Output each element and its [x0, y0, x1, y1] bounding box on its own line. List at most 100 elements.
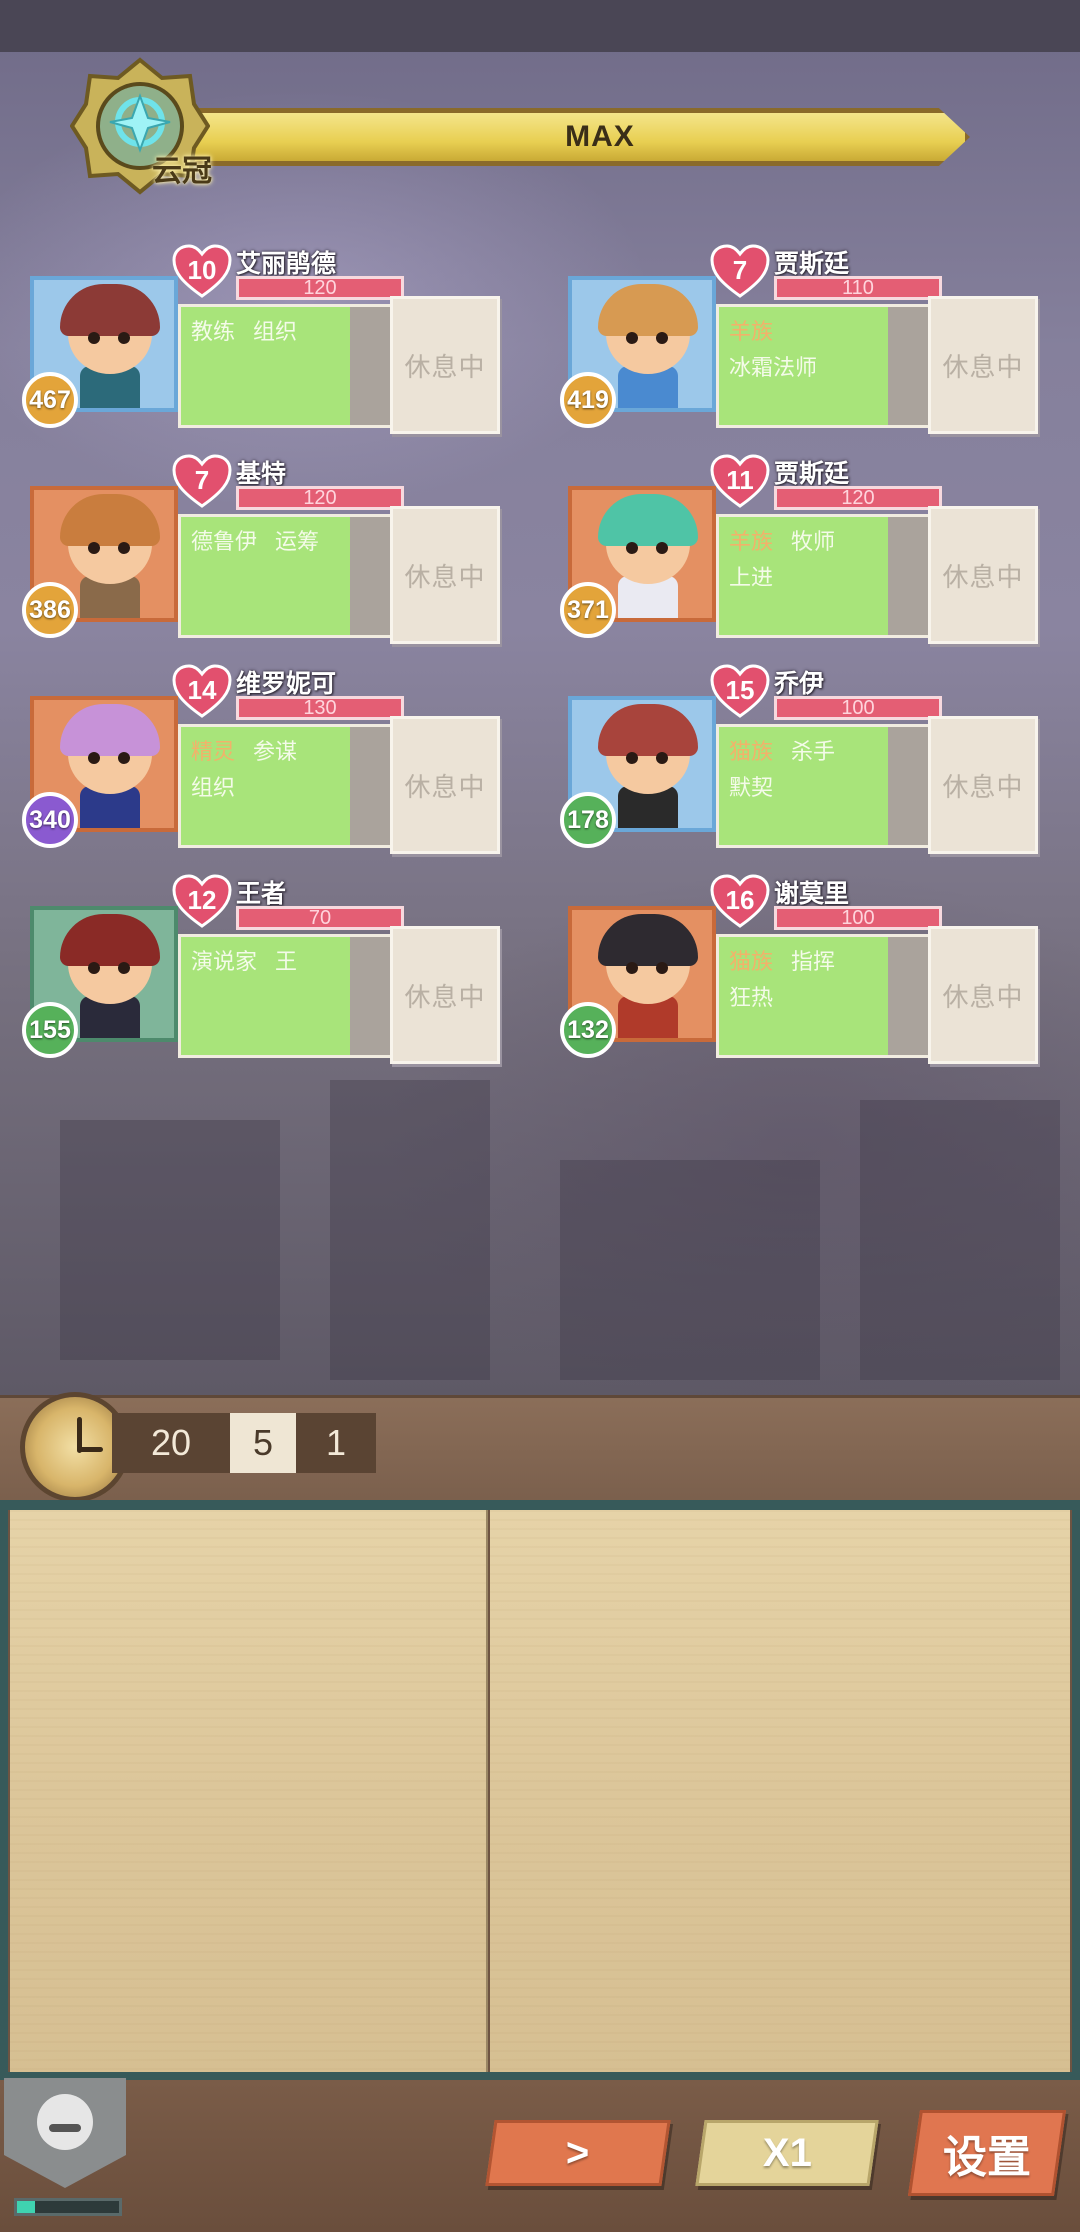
character-card[interactable]: 340 14 维罗妮可 130 精灵 参谋 组织 休息中 [22, 664, 522, 854]
log-page-right[interactable] [490, 1510, 1070, 2076]
character-card[interactable]: 419 7 贾斯廷 110 羊族冰霜法师 休息中 [560, 244, 1060, 434]
character-card[interactable]: 132 16 谢莫里 100 猫族 指挥 狂热 休息中 [560, 874, 1060, 1064]
traits-list: 演说家王 [191, 945, 344, 981]
chibi-eye [88, 542, 100, 554]
panel-divider [350, 514, 390, 638]
affection-heart-icon: 16 [710, 874, 770, 930]
level-badge: 178 [560, 792, 616, 848]
ruin-silhouette [860, 1100, 1060, 1380]
traits-panel: 德鲁伊 运筹 [178, 514, 350, 638]
level-badge: 419 [560, 372, 616, 428]
trait-tag: 王 [275, 950, 298, 975]
level-badge: 386 [22, 582, 78, 638]
ruin-silhouette [60, 1120, 280, 1360]
trait-tag: 组织 [191, 776, 236, 801]
character-card[interactable]: 386 7 基特 120 德鲁伊 运筹 休息中 [22, 454, 522, 644]
character-name: 基特 [236, 459, 287, 488]
chibi-eye [626, 332, 638, 344]
chibi-eye [656, 542, 668, 554]
level-badge: 371 [560, 582, 616, 638]
trait-tag: 羊族 [729, 530, 774, 555]
affection-heart-icon: 11 [710, 454, 770, 510]
character-name: 谢莫里 [774, 879, 850, 908]
panel-divider [350, 934, 390, 1058]
chibi-hair [598, 284, 698, 336]
trait-tag: 指挥 [791, 950, 836, 975]
chibi-eye [118, 332, 130, 344]
trait-tag: 德鲁伊 [191, 530, 258, 555]
hp-bar: 120 [774, 486, 942, 510]
trait-tag: 猫族 [729, 950, 774, 975]
chibi-eye [118, 542, 130, 554]
hp-bar: 100 [774, 696, 942, 720]
chibi-eye [626, 542, 638, 554]
status-box[interactable]: 休息中 [390, 926, 500, 1064]
chibi-hair [60, 914, 160, 966]
chibi-eye [626, 962, 638, 974]
chibi-eye [626, 752, 638, 764]
status-box[interactable]: 休息中 [390, 716, 500, 854]
character-name: 王者 [236, 879, 287, 908]
hp-bar: 130 [236, 696, 404, 720]
settings-button[interactable]: 设置 [907, 2110, 1067, 2196]
chibi-eye [118, 752, 130, 764]
character-name: 艾丽鹃德 [236, 249, 337, 278]
log-page-left[interactable] [10, 1510, 488, 2076]
chibi-eye [656, 962, 668, 974]
advisor-progress-fill [17, 2201, 36, 2213]
hp-bar: 100 [774, 906, 942, 930]
traits-panel: 羊族 牧师 上进 [716, 514, 888, 638]
level-badge: 132 [560, 1002, 616, 1058]
character-card[interactable]: 155 12 王者 70 演说家王 休息中 [22, 874, 522, 1064]
status-box[interactable]: 休息中 [928, 506, 1038, 644]
advisor-progress-bar [14, 2198, 122, 2216]
trait-tag: 上进 [729, 566, 774, 591]
status-box[interactable]: 休息中 [928, 926, 1038, 1064]
character-name: 贾斯廷 [774, 459, 850, 488]
status-bar [0, 0, 1080, 52]
trait-tag: 杀手 [791, 740, 836, 765]
chibi-eye [88, 332, 100, 344]
traits-panel: 猫族 指挥 狂热 [716, 934, 888, 1058]
trait-tag: 运筹 [275, 530, 320, 555]
ruin-silhouette [560, 1160, 820, 1380]
rank-name: 云冠 [152, 154, 212, 189]
trait-tag: 羊族 [729, 320, 774, 345]
trait-tag: 冰霜法师 [729, 356, 818, 381]
phase-counter: 1 [296, 1413, 376, 1473]
turn-counter: 5 [230, 1413, 296, 1473]
character-card[interactable]: 467 10 艾丽鹃德 120 教练 组织 休息中 [22, 244, 522, 434]
hp-bar: 120 [236, 276, 404, 300]
chibi-eye [88, 752, 100, 764]
status-box[interactable]: 休息中 [928, 296, 1038, 434]
character-card[interactable]: 371 11 贾斯廷 120 羊族 牧师 上进 休息中 [560, 454, 1060, 644]
ruin-silhouette [330, 1080, 490, 1380]
status-box[interactable]: 休息中 [390, 296, 500, 434]
traits-panel: 猫族 杀手 默契 [716, 724, 888, 848]
speed-button[interactable]: X1 [695, 2120, 879, 2186]
chibi-hair [598, 704, 698, 756]
status-box[interactable]: 休息中 [928, 716, 1038, 854]
character-card[interactable]: 178 15 乔伊 100 猫族 杀手 默契 休息中 [560, 664, 1060, 854]
panel-divider [888, 514, 928, 638]
affection-heart-icon: 10 [172, 244, 232, 300]
next-button[interactable]: > [485, 2120, 671, 2186]
trait-tag: 精灵 [191, 740, 236, 765]
panel-divider [888, 304, 928, 428]
chibi-eye [656, 332, 668, 344]
level-badge: 340 [22, 792, 78, 848]
character-name: 乔伊 [774, 669, 825, 698]
clock-hand [77, 1447, 103, 1452]
chibi-eye [118, 962, 130, 974]
panel-divider [350, 304, 390, 428]
rank-progress-bar: MAX [190, 108, 970, 166]
panel-divider [888, 934, 928, 1058]
character-name: 维罗妮可 [236, 669, 337, 698]
level-badge: 155 [22, 1002, 78, 1058]
trait-tag: 猫族 [729, 740, 774, 765]
hp-bar: 120 [236, 486, 404, 510]
day-counter: 20 [112, 1413, 230, 1473]
traits-panel: 羊族冰霜法师 [716, 304, 888, 428]
status-box[interactable]: 休息中 [390, 506, 500, 644]
traits-panel: 教练 组织 [178, 304, 350, 428]
